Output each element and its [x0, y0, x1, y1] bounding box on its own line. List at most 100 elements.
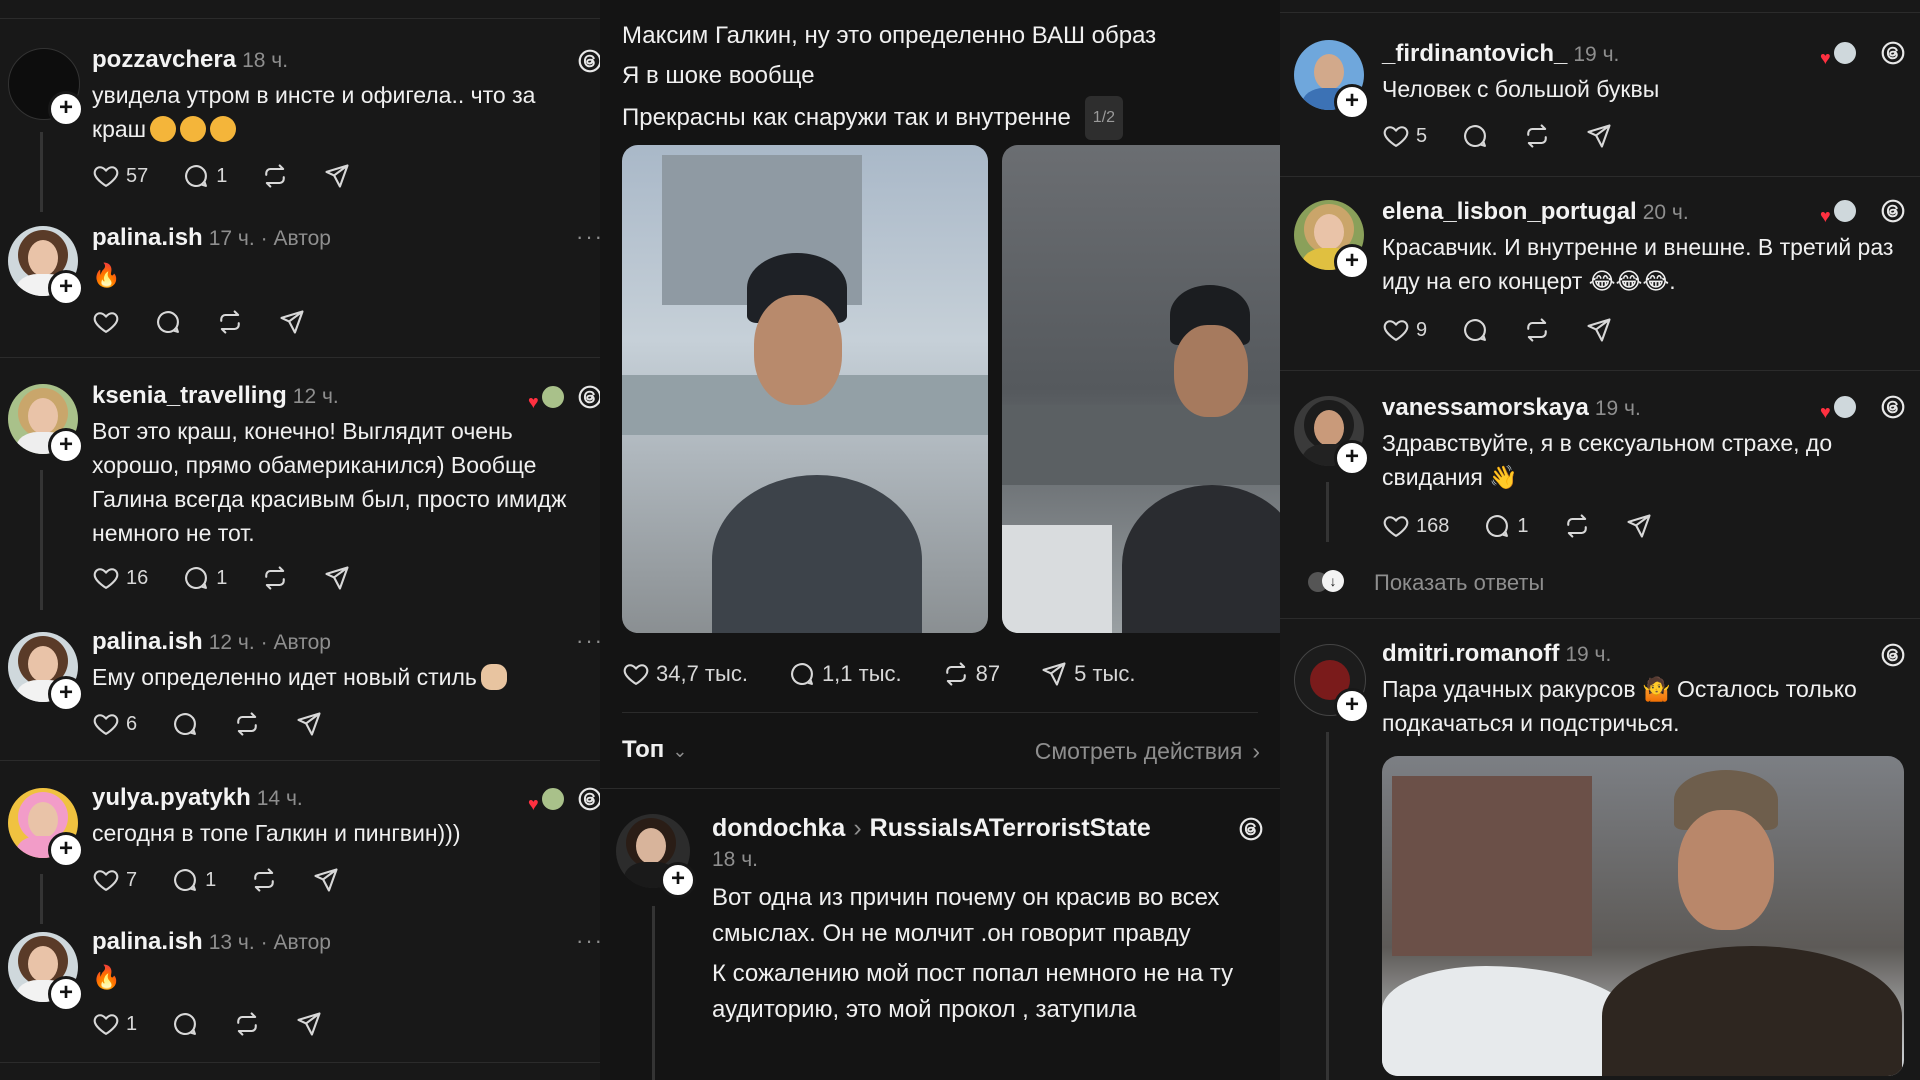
threads-logo-icon[interactable]: [1238, 816, 1264, 842]
thread-line: [1326, 732, 1329, 1080]
plus-icon[interactable]: +: [48, 91, 84, 127]
plus-icon[interactable]: +: [1334, 244, 1370, 280]
more-icon[interactable]: ···: [576, 628, 600, 654]
threads-logo-icon[interactable]: [577, 786, 600, 812]
like-button[interactable]: 5: [1382, 122, 1427, 150]
plus-icon[interactable]: +: [48, 428, 84, 464]
repost-button[interactable]: [233, 1010, 261, 1038]
reply-button[interactable]: [1461, 316, 1489, 344]
repost-button[interactable]: 87: [942, 660, 1000, 688]
plus-icon[interactable]: +: [48, 270, 84, 306]
comment-button[interactable]: 1,1 тыс.: [788, 660, 902, 688]
share-button[interactable]: [1585, 316, 1613, 344]
like-button[interactable]: 6: [92, 710, 137, 738]
heart-icon: [1382, 122, 1410, 150]
face-shape: [1174, 325, 1248, 417]
more-icon[interactable]: ···: [576, 224, 600, 250]
plus-icon[interactable]: +: [1334, 688, 1370, 724]
username[interactable]: dmitri.romanoff: [1382, 640, 1559, 667]
reply-button[interactable]: [171, 1010, 199, 1038]
reply-button[interactable]: [1461, 122, 1489, 150]
threads-logo-icon[interactable]: [1880, 40, 1906, 66]
threads-logo-icon[interactable]: [1880, 394, 1906, 420]
chevron-down-icon: ⌄: [672, 741, 688, 761]
view-activity-link[interactable]: Смотреть действия ›: [1035, 738, 1260, 765]
comment-header: vanessamorskaya 19 ч.: [1382, 394, 1641, 422]
plus-icon[interactable]: +: [48, 976, 84, 1012]
share-button[interactable]: [312, 866, 340, 894]
like-button[interactable]: 57: [92, 162, 148, 190]
timestamp: 13 ч.: [208, 931, 255, 954]
timestamp: 19 ч.: [1594, 397, 1641, 420]
repost-button[interactable]: [216, 308, 244, 336]
jacket-shape: [712, 475, 922, 633]
post-line: Максим Галкин, ну это определенно ВАШ об…: [622, 22, 1157, 49]
reply-button[interactable]: 1: [171, 866, 216, 894]
plus-icon[interactable]: +: [1334, 440, 1370, 476]
share-button[interactable]: [278, 308, 306, 336]
username[interactable]: palina.ish: [92, 628, 203, 655]
share-icon: [295, 1010, 323, 1038]
sort-dropdown[interactable]: Топ ⌄: [622, 736, 687, 764]
username[interactable]: pozzavchera: [92, 46, 236, 73]
heart-icon: ♥: [528, 392, 539, 412]
like-button[interactable]: 34,7 тыс.: [622, 660, 748, 688]
like-button[interactable]: [92, 308, 120, 336]
reply-button[interactable]: 1: [182, 162, 227, 190]
reply-button[interactable]: [154, 308, 182, 336]
comment-image[interactable]: [1382, 756, 1904, 1076]
share-icon: [323, 564, 351, 592]
username[interactable]: yulya.pyatykh: [92, 784, 251, 811]
repost-button[interactable]: [1563, 512, 1591, 540]
thread-line: [1326, 482, 1329, 542]
comment-icon: [171, 710, 199, 738]
share-button[interactable]: [295, 710, 323, 738]
more-icon[interactable]: ···: [576, 928, 600, 954]
repost-button[interactable]: [1523, 122, 1551, 150]
reply-button[interactable]: 1: [1483, 512, 1529, 540]
username[interactable]: _firdinantovich_: [1382, 40, 1567, 67]
post-image[interactable]: [1002, 145, 1280, 633]
repost-button[interactable]: [261, 162, 289, 190]
username[interactable]: dondochka: [712, 814, 845, 842]
repost-button[interactable]: [1523, 316, 1551, 344]
like-button[interactable]: 16: [92, 564, 148, 592]
username[interactable]: ksenia_travelling: [92, 382, 287, 409]
reply-button[interactable]: 1: [182, 564, 227, 592]
username[interactable]: palina.ish: [92, 928, 203, 955]
username[interactable]: vanessamorskaya: [1382, 394, 1589, 421]
threads-logo-icon[interactable]: [1880, 198, 1906, 224]
share-button[interactable]: 5 тыс.: [1040, 660, 1135, 688]
like-button[interactable]: 9: [1382, 316, 1427, 344]
plus-icon[interactable]: +: [48, 832, 84, 868]
threads-logo-icon[interactable]: [577, 48, 600, 74]
reply-button[interactable]: [171, 710, 199, 738]
show-replies-button[interactable]: Показать ответы: [1374, 570, 1544, 596]
comment-icon: [182, 564, 210, 592]
threads-logo-icon[interactable]: [577, 384, 600, 410]
share-button[interactable]: [323, 162, 351, 190]
repost-button[interactable]: [261, 564, 289, 592]
post-image[interactable]: [622, 145, 988, 633]
share-button[interactable]: [323, 564, 351, 592]
like-button[interactable]: 168: [1382, 512, 1449, 540]
share-button[interactable]: [295, 1010, 323, 1038]
plus-icon[interactable]: +: [48, 676, 84, 712]
username[interactable]: elena_lisbon_portugal: [1382, 198, 1637, 225]
username[interactable]: palina.ish: [92, 224, 203, 251]
like-button[interactable]: 1: [92, 1010, 137, 1038]
plus-icon[interactable]: +: [1334, 84, 1370, 120]
like-button[interactable]: 7: [92, 866, 137, 894]
reaction-indicator: ♥: [1820, 394, 1858, 422]
heart-icon: [622, 660, 650, 688]
reply-target[interactable]: RussiaIsATerroristState: [870, 814, 1151, 842]
threads-logo-icon[interactable]: [1880, 642, 1906, 668]
heart-icon: [1382, 316, 1410, 344]
repost-button[interactable]: [250, 866, 278, 894]
chevron-right-icon: ›: [853, 814, 862, 842]
plus-icon[interactable]: +: [660, 862, 696, 898]
share-button[interactable]: [1625, 512, 1653, 540]
share-button[interactable]: [1585, 122, 1613, 150]
timestamp: 19 ч.: [1565, 643, 1612, 666]
repost-button[interactable]: [233, 710, 261, 738]
